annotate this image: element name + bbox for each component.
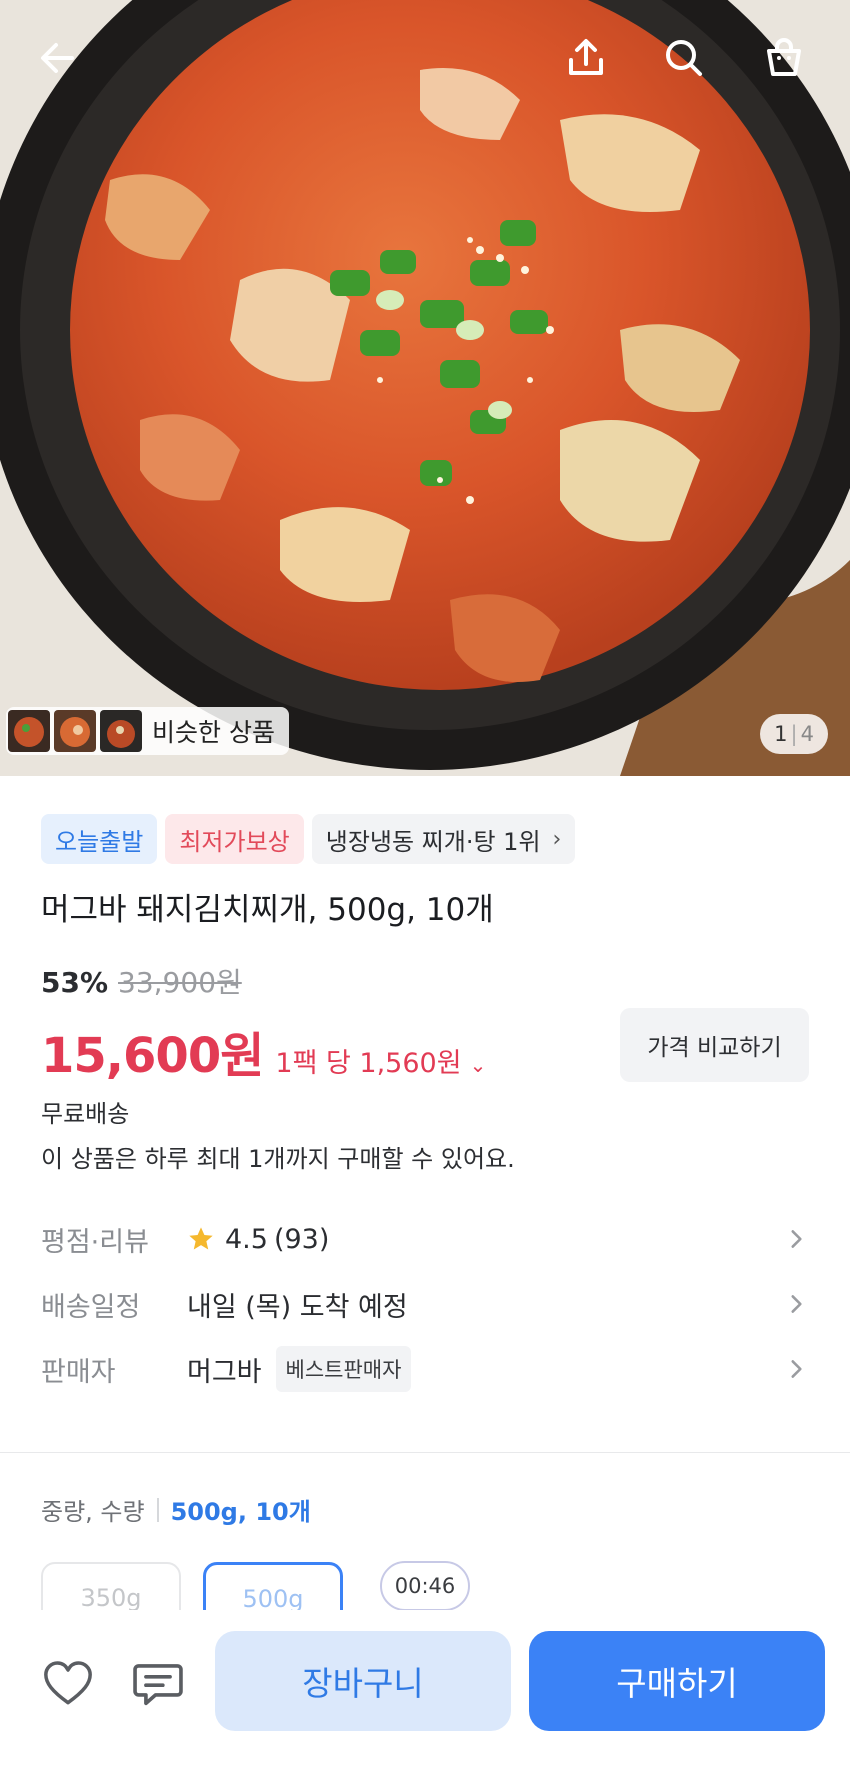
- delivery-schedule-value: 내일 (목) 도착 예정: [187, 1291, 408, 1323]
- product-title: 머그바 돼지김치찌개, 500g, 10개: [41, 892, 494, 928]
- option-header: 중량, 수량 500g, 10개: [41, 1492, 311, 1527]
- similar-products-label: 비슷한 상품: [152, 718, 275, 747]
- category-ranking-badge[interactable]: 냉장냉동 찌개·탕 1위 ›: [311, 814, 576, 864]
- similar-products-button[interactable]: 비슷한 상품: [6, 707, 289, 755]
- sale-price: 15,600원: [41, 1028, 264, 1084]
- seller-key: 판매자: [41, 1356, 116, 1388]
- delivery-schedule-key: 배송일정: [41, 1291, 141, 1323]
- chevron-down-icon: ⌄: [469, 1053, 487, 1077]
- seller-value: 머그바 베스트판매자: [187, 1346, 412, 1392]
- buy-now-button[interactable]: 구매하기: [529, 1631, 825, 1731]
- rating-score: 4.5: [225, 1223, 268, 1255]
- price-compare-button[interactable]: 가격 비교하기: [620, 1008, 809, 1082]
- heart-icon: [44, 1661, 92, 1705]
- search-icon: [666, 40, 702, 76]
- review-count: (93): [273, 1223, 330, 1255]
- chevron-right-icon: [791, 1230, 802, 1248]
- price-row: 15,600원 1팩 당 1,560원 ⌄: [41, 1016, 486, 1086]
- delivery-schedule-row[interactable]: 배송일정 내일 (목) 도착 예정: [41, 1279, 809, 1329]
- similar-thumb-2: [54, 710, 96, 752]
- chat-icon: [133, 1664, 183, 1706]
- image-counter: 1 | 4: [760, 714, 828, 754]
- discount-rate: 53%: [41, 966, 109, 999]
- wishlist-button[interactable]: [36, 1652, 100, 1716]
- similar-thumb-1: [8, 710, 50, 752]
- unit-price: 1팩 당 1,560원: [275, 1048, 462, 1079]
- cart-button[interactable]: [756, 30, 812, 86]
- star-icon: [189, 1227, 213, 1250]
- section-divider: [0, 1452, 850, 1453]
- free-shipping-text: 무료배송: [41, 1100, 130, 1128]
- arrow-left-icon: [41, 43, 74, 73]
- similar-thumb-3: [100, 710, 142, 752]
- countdown-timer: 00:46: [380, 1561, 470, 1611]
- purchase-limit-text: 이 상품은 하루 최대 1개까지 구매할 수 있어요.: [41, 1145, 515, 1173]
- today-shipping-badge: 오늘출발: [41, 814, 158, 864]
- chevron-right-icon: [791, 1295, 802, 1313]
- selected-option: 500g, 10개: [170, 1498, 311, 1526]
- best-seller-badge: 베스트판매자: [275, 1346, 412, 1392]
- image-counter-current: 1: [774, 722, 788, 746]
- image-counter-total: 4: [800, 722, 814, 746]
- add-to-cart-button[interactable]: 장바구니: [215, 1631, 511, 1731]
- inquiry-button[interactable]: [126, 1652, 190, 1716]
- unit-price-toggle[interactable]: 1팩 당 1,560원 ⌄: [275, 1041, 486, 1080]
- option-label-divider: [156, 1497, 159, 1522]
- shopping-bag-icon: [767, 38, 801, 76]
- chevron-right-icon: ›: [552, 826, 562, 852]
- lowest-price-badge: 최저가보상: [165, 814, 304, 864]
- share-button[interactable]: [558, 30, 614, 86]
- original-price: 33,900원: [118, 966, 242, 999]
- seller-row[interactable]: 판매자 머그바 베스트판매자: [41, 1344, 809, 1394]
- category-ranking-label: 냉장냉동 찌개·탕 1위: [325, 827, 541, 856]
- rating-review-row[interactable]: 평점·리뷰 4.5 (93): [41, 1214, 809, 1264]
- option-label: 중량, 수량: [41, 1498, 145, 1526]
- product-badges: 오늘출발 최저가보상 냉장냉동 찌개·탕 1위 ›: [41, 814, 576, 864]
- product-image[interactable]: 비슷한 상품 1 | 4: [0, 0, 850, 776]
- discount-row: 53% 33,900원: [41, 961, 242, 1001]
- image-counter-separator: |: [790, 722, 798, 746]
- chevron-right-icon: [791, 1360, 802, 1378]
- back-button[interactable]: [30, 30, 86, 86]
- rating-review-key: 평점·리뷰: [41, 1226, 149, 1258]
- search-button[interactable]: [656, 30, 712, 86]
- rating-review-value: 4.5 (93): [187, 1224, 329, 1255]
- seller-name: 머그바: [187, 1356, 262, 1388]
- image-top-bar: [0, 0, 850, 120]
- share-upload-icon: [569, 39, 603, 75]
